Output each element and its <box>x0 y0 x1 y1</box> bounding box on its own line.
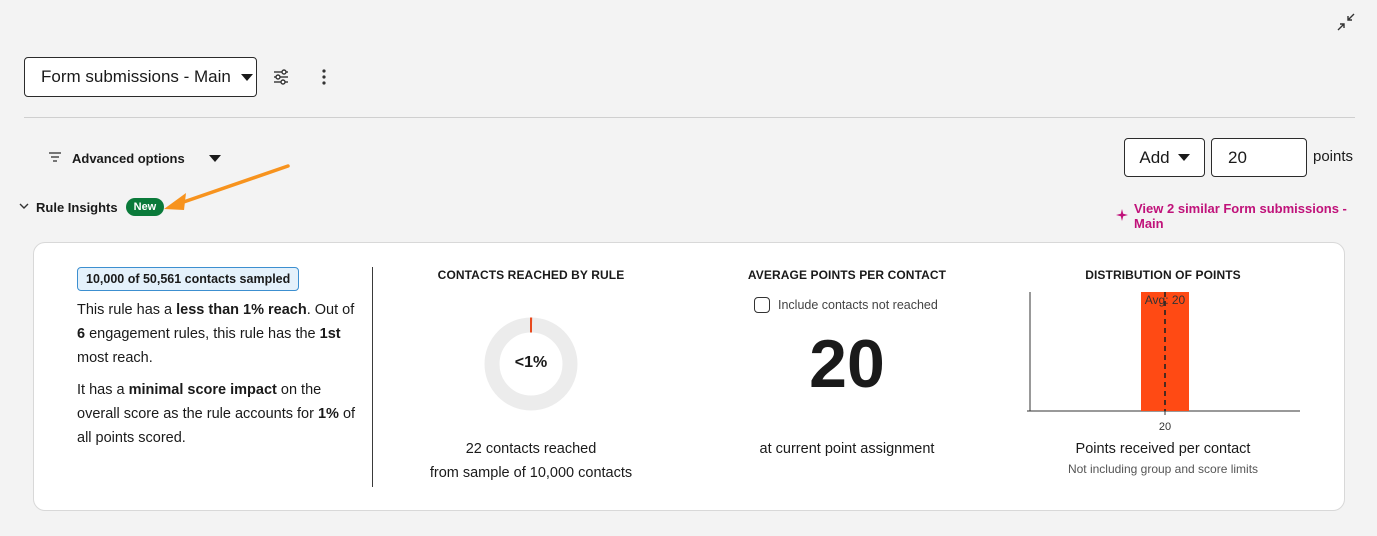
average-points-title: AVERAGE POINTS PER CONTACT <box>747 268 947 282</box>
view-similar-rules-link[interactable]: View 2 similar Form submissions - Main <box>1116 201 1377 231</box>
average-label: Avg: 20 <box>1145 293 1186 307</box>
sparkle-icon <box>1116 208 1128 224</box>
add-action-dropdown[interactable]: Add <box>1124 138 1205 177</box>
divider <box>24 117 1355 118</box>
points-input[interactable] <box>1211 138 1307 177</box>
average-points-value: 20 <box>809 326 885 402</box>
include-not-reached-checkbox[interactable]: Include contacts not reached <box>754 297 938 313</box>
caret-down-icon <box>1177 154 1190 161</box>
distribution-title: DISTRIBUTION OF POINTS <box>1085 268 1241 282</box>
kebab-menu-icon[interactable] <box>316 66 332 88</box>
rule-insights-toggle[interactable]: Rule Insights New <box>18 198 165 216</box>
rule-selector-dropdown[interactable]: Form submissions - Main <box>24 57 257 97</box>
view-similar-label: View 2 similar Form submissions - Main <box>1134 201 1347 231</box>
collapse-icon[interactable] <box>1336 12 1356 32</box>
x-tick-label: 20 <box>1159 421 1171 433</box>
distribution-caption: Points received per contact <box>1075 441 1251 457</box>
chevron-down-icon <box>18 200 30 215</box>
sampled-badge: 10,000 of 50,561 contacts sampled <box>77 267 300 291</box>
new-badge: New <box>125 198 165 216</box>
rule-selector-label: Form submissions - Main <box>41 67 231 86</box>
include-not-reached-label: Include contacts not reached <box>778 298 938 312</box>
column-separator <box>372 267 373 487</box>
average-points-caption: at current point assignment <box>759 441 935 457</box>
caret-down-icon <box>240 73 253 81</box>
arrow-annotation-icon <box>160 160 295 215</box>
filter-icon <box>48 151 62 166</box>
donut-percent-label: <1% <box>514 354 548 371</box>
points-unit-label: points <box>1313 148 1354 165</box>
distribution-histogram: 20 Avg: 20 <box>1027 292 1300 433</box>
distribution-subcaption: Not including group and score limits <box>1067 462 1259 476</box>
reach-description: This rule has a less than 1% reach. Out … <box>77 302 355 366</box>
sample-size-text: from sample of 10,000 contacts <box>429 465 633 481</box>
add-action-label: Add <box>1139 147 1170 167</box>
sliders-icon[interactable] <box>270 66 292 88</box>
contacts-reached-title: CONTACTS REACHED BY RULE <box>437 268 625 282</box>
checkbox-icon[interactable] <box>754 297 770 313</box>
contacts-reached-count: 22 contacts reached <box>465 441 597 457</box>
rule-insights-label: Rule Insights <box>36 199 118 215</box>
impact-description: It has a minimal score impact on the ove… <box>77 382 356 446</box>
